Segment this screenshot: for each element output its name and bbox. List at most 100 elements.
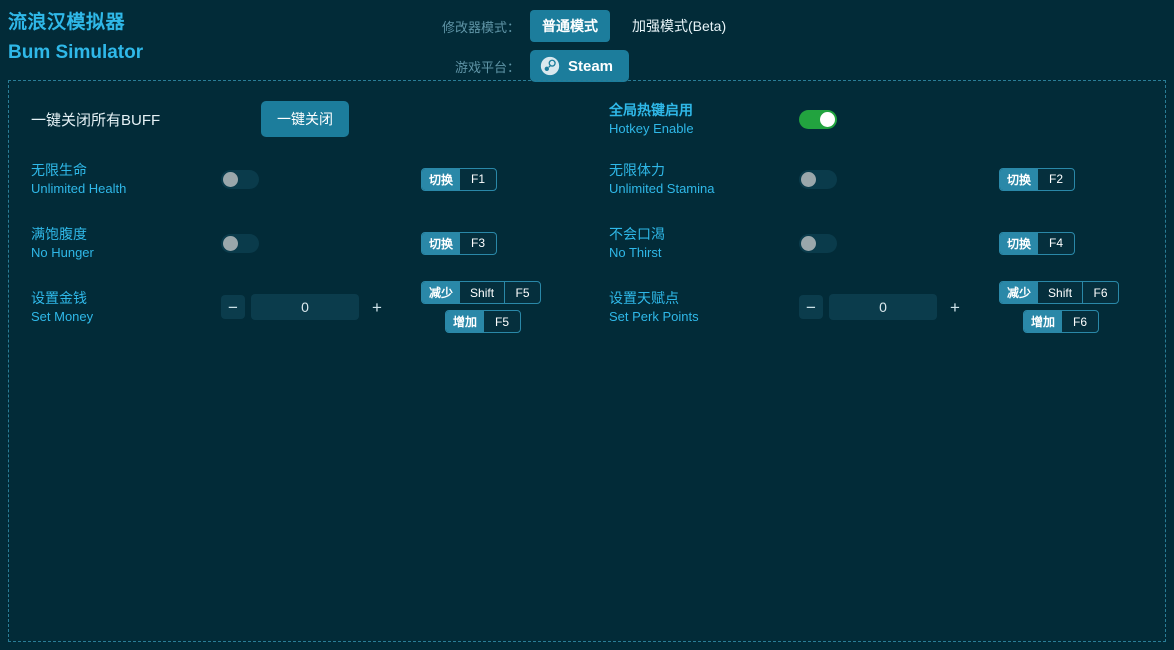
label-hotkey-enable: 全局热键启用 Hotkey Enable xyxy=(609,101,799,138)
label-set-perk-points: 设置天赋点 Set Perk Points xyxy=(609,289,799,326)
label-en: Set Perk Points xyxy=(609,308,699,324)
hotkey-action: 切换 xyxy=(422,232,461,254)
platform-steam-label: Steam xyxy=(568,57,614,75)
left-column: 一键关闭所有BUFF 一键关闭 无限生命 Unlimited Health 切换 xyxy=(9,91,587,339)
hotkey-action: 减少 xyxy=(1000,282,1039,303)
toggle-knob xyxy=(820,111,835,127)
increment-button[interactable]: + xyxy=(365,295,389,319)
hotkey-key: F3 xyxy=(471,236,486,250)
hotkey-action: 增加 xyxy=(446,311,485,332)
hotkey-badge-increase[interactable]: 增加 F5 xyxy=(445,310,522,333)
platform-row: 游戏平台： Steam xyxy=(434,49,854,83)
toggle-no-thirst[interactable] xyxy=(799,233,837,253)
hotkey-badge-increase[interactable]: 增加 F6 xyxy=(1023,310,1100,333)
hotkeys-unlimited-health: 切换 F1 xyxy=(421,167,587,191)
hotkey-key: F4 xyxy=(1049,236,1064,250)
hotkey-action: 切换 xyxy=(1000,168,1039,190)
hotkey-badge-decrease[interactable]: 减少 Shift F5 xyxy=(421,281,542,304)
cheat-columns: 一键关闭所有BUFF 一键关闭 无限生命 Unlimited Health 切换 xyxy=(9,91,1165,339)
toggle-unlimited-stamina[interactable] xyxy=(799,169,837,189)
page-title-en: Bum Simulator xyxy=(8,42,144,63)
hotkey-action: 增加 xyxy=(1024,311,1063,332)
toggle-cell xyxy=(799,109,999,129)
label-no-hunger: 满饱腹度 No Hunger xyxy=(31,225,221,262)
hotkeys-no-thirst: 切换 F4 xyxy=(999,231,1165,255)
buff-off-button[interactable]: 一键关闭 xyxy=(261,101,349,137)
platform-steam-button[interactable]: Steam xyxy=(530,50,630,82)
label-unlimited-health: 无限生命 Unlimited Health xyxy=(31,161,221,198)
buff-off-labels: 一键关闭所有BUFF xyxy=(31,109,261,130)
header-controls: 修改器模式： 普通模式 加强模式(Beta) 游戏平台： Steam xyxy=(434,9,854,83)
hotkey-action: 切换 xyxy=(422,168,461,190)
steam-icon xyxy=(540,56,560,76)
hotkey-key: F1 xyxy=(471,172,486,186)
hotkeys-no-hunger: 切换 F3 xyxy=(421,231,587,255)
hotkey-badge[interactable]: 切换 F4 xyxy=(999,231,1076,255)
increment-button[interactable]: + xyxy=(943,295,967,319)
hotkey-badge[interactable]: 切换 F3 xyxy=(421,231,498,255)
toggle-knob xyxy=(223,235,238,251)
toggle-knob xyxy=(223,171,238,187)
right-column: 全局热键启用 Hotkey Enable 无限体力 Unlimited Stam… xyxy=(587,91,1165,339)
toggle-cell xyxy=(221,169,421,189)
mode-enhanced-button[interactable]: 加强模式(Beta) xyxy=(620,10,738,42)
toggle-cell xyxy=(799,233,999,253)
stepper-set-perk-points: − 0 + xyxy=(799,294,999,320)
toggle-cell xyxy=(221,233,421,253)
hotkey-badge[interactable]: 切换 F1 xyxy=(421,167,498,191)
hotkey-badge-decrease[interactable]: 减少 Shift F6 xyxy=(999,281,1120,304)
toggle-no-hunger[interactable] xyxy=(221,233,259,253)
label-cn: 不会口渴 xyxy=(609,225,665,242)
hotkey-key: F2 xyxy=(1049,172,1064,186)
hotkey-action: 切换 xyxy=(1000,232,1039,254)
label-en: Set Money xyxy=(31,308,94,324)
title-block: 流浪汉模拟器 Bum Simulator xyxy=(8,10,143,67)
mode-normal-button[interactable]: 普通模式 xyxy=(530,10,610,42)
mode-label: 修改器模式： xyxy=(441,19,520,35)
toggle-unlimited-health[interactable] xyxy=(221,169,259,189)
toggle-hotkey-enable[interactable] xyxy=(799,109,837,129)
perk-points-value-field[interactable]: 0 xyxy=(829,294,937,320)
buff-off-label: 一键关闭所有BUFF xyxy=(31,111,161,129)
label-cn: 满饱腹度 xyxy=(31,225,87,242)
mode-row: 修改器模式： 普通模式 加强模式(Beta) xyxy=(434,9,854,43)
hotkey-badge[interactable]: 切换 F2 xyxy=(999,167,1076,191)
row-unlimited-stamina: 无限体力 Unlimited Stamina 切换 F2 xyxy=(587,147,1165,211)
label-en: Unlimited Stamina xyxy=(609,180,715,196)
hotkey-key-modifier: Shift xyxy=(470,285,495,300)
row-buff-off: 一键关闭所有BUFF 一键关闭 xyxy=(9,91,587,147)
toggle-knob xyxy=(801,171,816,187)
label-cn: 无限生命 xyxy=(31,161,87,178)
row-no-hunger: 满饱腹度 No Hunger 切换 F3 xyxy=(9,211,587,275)
app-header: 流浪汉模拟器 Bum Simulator 修改器模式： 普通模式 加强模式(Be… xyxy=(0,0,1174,83)
money-value-field[interactable]: 0 xyxy=(251,294,359,320)
row-set-perk-points: 设置天赋点 Set Perk Points − 0 + 减少 Shift F6 … xyxy=(587,275,1165,339)
row-set-money: 设置金钱 Set Money − 0 + 减少 Shift F5 增加 F5 xyxy=(9,275,587,339)
hotkey-key: F5 xyxy=(504,282,540,303)
hotkey-key: F6 xyxy=(1073,314,1088,329)
label-en: Unlimited Health xyxy=(31,180,127,196)
cheat-panel: 一键关闭所有BUFF 一键关闭 无限生命 Unlimited Health 切换 xyxy=(8,80,1166,642)
page-title-cn: 流浪汉模拟器 xyxy=(8,12,126,33)
label-en: Hotkey Enable xyxy=(609,120,694,136)
label-en: No Thirst xyxy=(609,244,662,260)
decrement-button[interactable]: − xyxy=(221,295,245,319)
decrement-button[interactable]: − xyxy=(799,295,823,319)
label-cn: 设置天赋点 xyxy=(609,289,679,306)
label-cn: 设置金钱 xyxy=(31,289,87,306)
hotkeys-set-money: 减少 Shift F5 增加 F5 xyxy=(421,281,587,333)
hotkey-key: F5 xyxy=(495,314,510,329)
stepper-set-money: − 0 + xyxy=(221,294,421,320)
hotkey-action: 减少 xyxy=(422,282,461,303)
hotkey-key: F6 xyxy=(1082,282,1118,303)
label-unlimited-stamina: 无限体力 Unlimited Stamina xyxy=(609,161,799,198)
platform-label: 游戏平台： xyxy=(454,59,520,75)
label-no-thirst: 不会口渴 No Thirst xyxy=(609,225,799,262)
row-unlimited-health: 无限生命 Unlimited Health 切换 F1 xyxy=(9,147,587,211)
hotkeys-unlimited-stamina: 切换 F2 xyxy=(999,167,1165,191)
label-en: No Hunger xyxy=(31,244,94,260)
toggle-cell xyxy=(799,169,999,189)
toggle-knob xyxy=(801,235,816,251)
row-hotkey-enable: 全局热键启用 Hotkey Enable xyxy=(587,91,1165,147)
row-no-thirst: 不会口渴 No Thirst 切换 F4 xyxy=(587,211,1165,275)
